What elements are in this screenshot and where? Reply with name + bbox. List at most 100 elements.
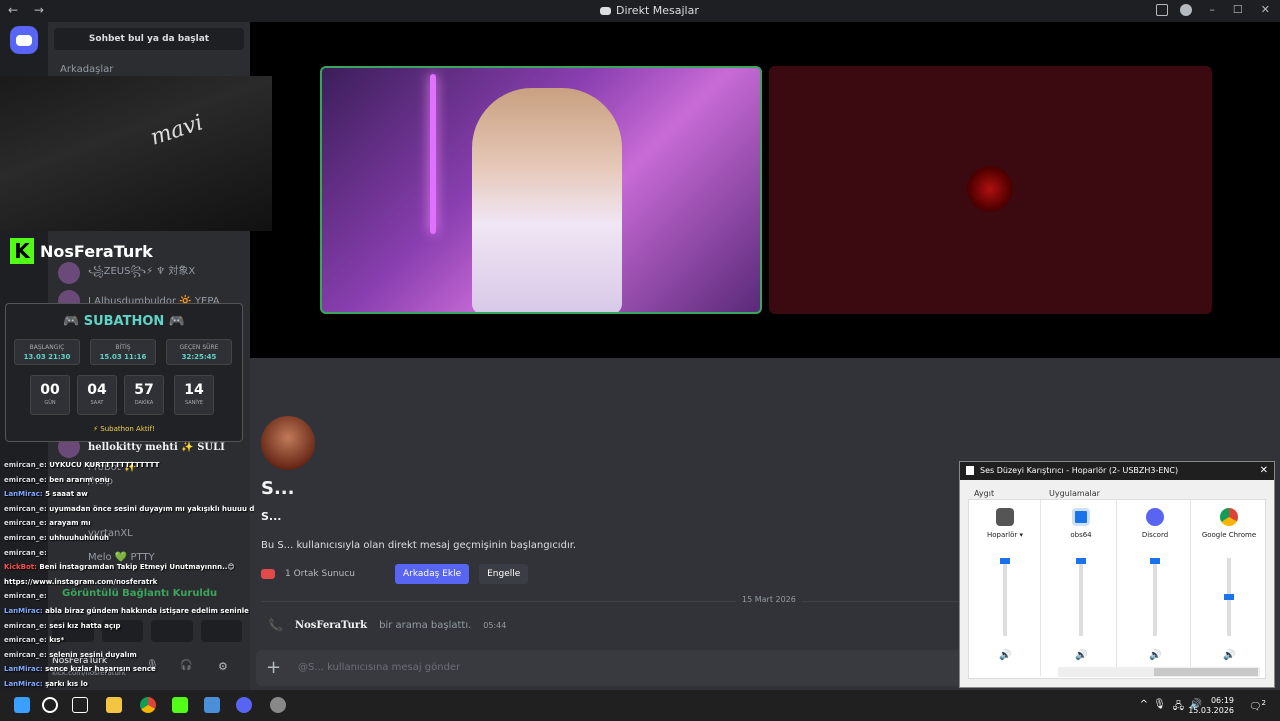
discord-taskbar-icon[interactable] — [236, 697, 252, 713]
find-conversation-button[interactable]: Sohbet bul ya da başlat — [54, 28, 244, 50]
chat-message: KickBot: Beni İnstagramdan Takip Etmeyi … — [4, 560, 254, 575]
chat-username: emircan_e: — [4, 636, 47, 645]
mute-speaker-icon[interactable]: 🔊 — [1223, 650, 1235, 661]
chat-text: https://www.instagram.com/nosferatrk — [4, 577, 158, 586]
caller-name[interactable]: NosFeraTurk — [295, 620, 367, 631]
chat-text: uhhuuhuhuhuh — [49, 533, 110, 542]
scroll-thumb[interactable] — [1154, 668, 1258, 676]
video-tile-user[interactable] — [769, 66, 1212, 314]
volume-track[interactable] — [1003, 558, 1007, 636]
mutual-servers-link[interactable]: 1 Ortak Sunucu — [285, 569, 355, 579]
mixer-channel-chrome: Google Chrome 🔊 — [1193, 500, 1265, 676]
countdown-days: 00 GÜN — [30, 375, 70, 415]
chat-text: sence kızlar haşarısın sence — [45, 665, 156, 674]
app-taskbar-icon[interactable] — [204, 697, 220, 713]
chat-username: emircan_e: — [4, 519, 47, 528]
chat-message: emircan_e: selenin sesini duyalım — [4, 648, 254, 663]
clock[interactable]: 06:19 15.03.2026 — [1188, 696, 1234, 716]
mute-speaker-icon[interactable]: 🔊 — [1075, 650, 1087, 661]
stat-label: GEÇEN SÜRE — [179, 344, 219, 351]
kick-taskbar-icon[interactable] — [172, 697, 188, 713]
windows-start-icon[interactable] — [14, 697, 30, 713]
mixer-channel-discord: Discord 🔊 — [1119, 500, 1191, 676]
minimize-button[interactable]: – — [1209, 3, 1215, 16]
notification-count: 2 — [1261, 699, 1266, 707]
speaker-title-icon — [966, 466, 974, 475]
chat-text: 5 saaat aw — [45, 490, 88, 499]
channel-name: obs64 — [1070, 531, 1092, 539]
countdown-num: 00 — [40, 382, 60, 398]
stat-elapsed: GEÇEN SÜRE 32:25:45 — [166, 339, 232, 365]
nav-arrows[interactable]: ← → — [8, 3, 50, 17]
chat-username: emircan_e: — [4, 461, 47, 469]
chat-text: uyumadan önce sesini duyayım mı yakışıkl… — [49, 504, 254, 513]
chat-username: emircan_e: — [4, 548, 47, 557]
volume-slider-thumb[interactable] — [1000, 558, 1010, 564]
search-icon[interactable] — [42, 697, 58, 713]
attach-plus-icon[interactable]: + — [266, 657, 281, 678]
volume-track[interactable] — [1153, 558, 1157, 636]
dm-item-label: hellokitty mehti ✨ SULI — [88, 441, 225, 453]
block-button[interactable]: Engelle — [479, 564, 529, 584]
inbox-icon[interactable] — [1156, 4, 1168, 16]
task-view-icon[interactable] — [72, 697, 88, 713]
window-title: Direkt Mesajlar — [616, 4, 699, 17]
profile-actions: 1 Ortak Sunucu Arkadaş Ekle Engelle — [261, 564, 529, 584]
tray-mic-icon[interactable]: 🎙 — [1153, 699, 1166, 710]
mixer-close-button[interactable]: ✕ — [1260, 465, 1268, 476]
speaker-device-icon — [996, 508, 1014, 526]
chat-message: emircan_e: sesi kız hatta açıp — [4, 619, 254, 634]
dm-item[interactable]: ꧁ZEUS꧂⚡ ♆ 対象X — [58, 262, 195, 284]
mute-speaker-icon[interactable]: 🔊 — [1149, 650, 1161, 661]
volume-slider-thumb[interactable] — [1076, 558, 1086, 564]
channel-name: Google Chrome — [1201, 531, 1257, 539]
countdown-num: 04 — [87, 382, 107, 398]
video-tile-streamer[interactable] — [320, 66, 762, 314]
stat-end: BİTİŞ 15.03 11:16 — [90, 339, 156, 365]
add-friend-button[interactable]: Arkadaş Ekle — [394, 564, 470, 584]
notification-icon[interactable]: 🗨2 — [1249, 699, 1266, 712]
stat-start: BAŞLANGIÇ 13.03 21:30 — [14, 339, 80, 365]
call-time: 05:44 — [483, 620, 507, 630]
profile-display-name: S... — [261, 478, 295, 499]
chat-username: emircan_e: — [4, 533, 47, 542]
avatar[interactable] — [261, 416, 315, 470]
subathon-status: ⚡ Subathon Aktif! — [93, 425, 155, 433]
obs-taskbar-icon[interactable] — [270, 697, 286, 713]
call-text: bir arama başlattı. — [379, 619, 472, 631]
webcam-overlay: mavi — [0, 76, 272, 231]
dm-intro-text: Bu S... kullanıcısıyla olan direkt mesaj… — [261, 540, 577, 551]
channel-label[interactable]: Hoparlör ▾ — [969, 531, 1041, 539]
mixer-scrollbar[interactable] — [1058, 667, 1260, 677]
chrome-taskbar-icon[interactable] — [140, 697, 156, 713]
composer-placeholder: @S... kullanıcısına mesaj gönder — [298, 662, 461, 673]
channel-name: Discord — [1141, 531, 1169, 539]
clock-date: 15.03.2026 — [1188, 706, 1234, 715]
countdown-num: 14 — [184, 382, 204, 398]
file-explorer-icon[interactable] — [106, 697, 122, 713]
tray-chevron-icon[interactable]: ^ — [1140, 699, 1148, 710]
tray-network-icon[interactable]: 🖧 — [1173, 699, 1184, 716]
countdown-minutes: 57 DAKİKA — [124, 375, 164, 415]
chat-message: emircan_e: arayam mı — [4, 516, 254, 531]
maximize-button[interactable]: ☐ — [1233, 3, 1243, 16]
chat-message: emircan_e: ben ararım onu — [4, 473, 254, 488]
help-icon[interactable] — [1180, 4, 1192, 16]
countdown-num: 57 — [134, 382, 154, 398]
volume-slider-thumb[interactable] — [1224, 594, 1234, 600]
chat-message: LanMirac: abla biraz gündem hakkında ist… — [4, 604, 254, 619]
chat-message: emircan_e: uyumadan önce sesini duyayım … — [4, 502, 254, 517]
brand-name: NosFeraTurk — [40, 241, 153, 261]
kick-logo-icon: K — [10, 238, 34, 264]
volume-slider-thumb[interactable] — [1150, 558, 1160, 564]
close-button[interactable]: ✕ — [1261, 3, 1270, 16]
obs-app-icon — [1072, 508, 1090, 526]
chat-username: emircan_e: — [4, 475, 47, 484]
friends-link[interactable]: Arkadaşlar — [60, 64, 113, 75]
countdown-unit: GÜN — [44, 400, 56, 406]
mute-speaker-icon[interactable]: 🔊 — [999, 650, 1011, 661]
home-button[interactable] — [10, 26, 38, 54]
date-label: 15 Mart 2026 — [736, 595, 802, 604]
volume-track[interactable] — [1079, 558, 1083, 636]
cam-text: mavi — [147, 110, 207, 151]
